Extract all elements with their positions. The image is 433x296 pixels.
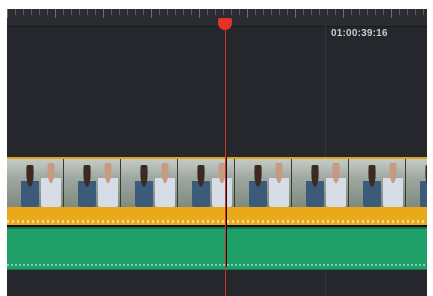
person-figure xyxy=(363,165,381,207)
audio-waveform xyxy=(7,264,427,266)
video-clip[interactable] xyxy=(7,157,427,210)
clip-thumbnail xyxy=(292,159,349,207)
clip-thumbnail xyxy=(235,159,292,207)
person-figure xyxy=(21,165,39,207)
audio-clip-1[interactable] xyxy=(7,207,427,227)
person-figure xyxy=(326,163,346,207)
clip-thumbnail xyxy=(349,159,406,207)
person-figure xyxy=(155,163,175,207)
person-figure xyxy=(306,165,324,207)
clip-thumbnail xyxy=(406,159,427,207)
clip-thumbnail xyxy=(7,159,64,207)
person-figure xyxy=(212,163,232,207)
timeline-frame: 01:00:39:16 xyxy=(0,0,433,296)
person-figure xyxy=(78,165,96,207)
timecode-ruler[interactable] xyxy=(7,9,427,27)
ruler-major-ticks xyxy=(7,9,427,18)
timecode-label: 01:00:39:16 xyxy=(331,28,388,39)
person-figure xyxy=(135,165,153,207)
person-figure xyxy=(249,165,267,207)
playhead-handle[interactable] xyxy=(218,18,232,30)
person-figure xyxy=(192,165,210,207)
person-figure xyxy=(41,163,61,207)
audio-clip-2[interactable] xyxy=(7,227,427,270)
person-figure xyxy=(420,165,427,207)
clip-thumbnail xyxy=(121,159,178,207)
audio-waveform xyxy=(7,220,427,223)
person-figure xyxy=(383,163,403,207)
person-figure xyxy=(269,163,289,207)
playhead-line[interactable] xyxy=(225,26,226,296)
clip-thumbnails xyxy=(7,159,427,207)
person-figure xyxy=(98,163,118,207)
clip-thumbnail xyxy=(64,159,121,207)
timeline-panel[interactable]: 01:00:39:16 xyxy=(7,9,427,296)
